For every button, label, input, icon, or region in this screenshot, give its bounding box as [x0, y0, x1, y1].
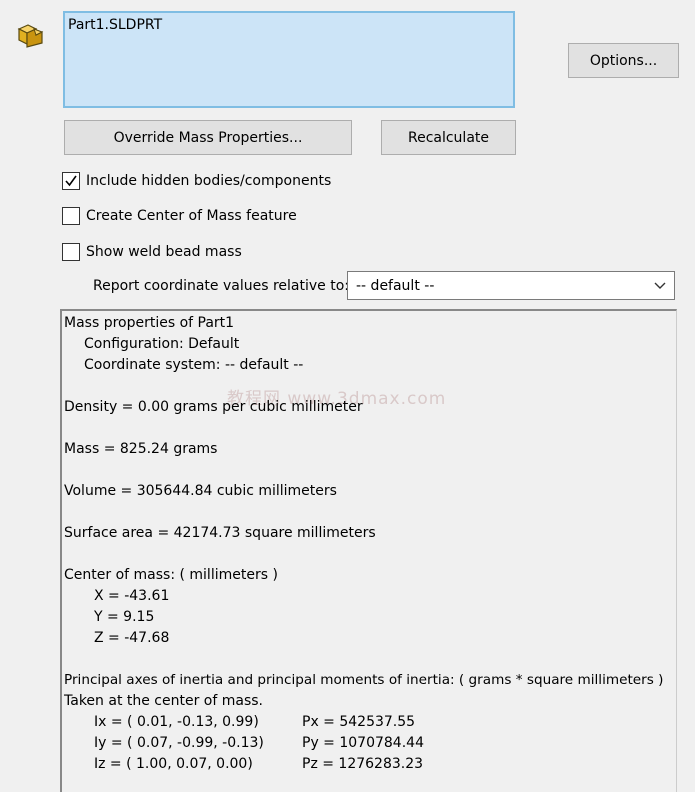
results-volume: Volume = 305644.84 cubic millimeters: [64, 483, 337, 499]
override-mass-properties-button[interactable]: Override Mass Properties...: [64, 120, 352, 155]
recalculate-button[interactable]: Recalculate: [381, 120, 516, 155]
results-com-header: Center of mass: ( millimeters ): [64, 567, 278, 583]
override-button-label: Override Mass Properties...: [113, 129, 303, 146]
results-principal-header: Principal axes of inertia and principal …: [64, 672, 664, 688]
create-com-label: Create Center of Mass feature: [86, 208, 297, 224]
show-weld-checkbox[interactable]: [62, 243, 80, 261]
coordinate-system-value: -- default --: [356, 277, 435, 294]
part-icon: [16, 20, 46, 50]
results-ix: Ix = ( 0.01, -0.13, 0.99): [94, 714, 259, 730]
selection-item[interactable]: Part1.SLDPRT: [68, 17, 510, 33]
create-com-checkbox[interactable]: [62, 207, 80, 225]
results-surface-area: Surface area = 42174.73 square millimete…: [64, 525, 376, 541]
results-configuration: Configuration: Default: [84, 336, 240, 352]
results-iz: Iz = ( 1.00, 0.07, 0.00): [94, 756, 253, 772]
checkmark-icon: [65, 175, 77, 187]
selection-list[interactable]: Part1.SLDPRT: [63, 11, 515, 108]
results-coordinate-system: Coordinate system: -- default --: [84, 357, 304, 373]
chevron-down-icon: [654, 282, 666, 289]
results-com-z: Z = -47.68: [94, 630, 170, 646]
results-py: Py = 1070784.44: [302, 735, 424, 751]
coordinate-system-select[interactable]: -- default --: [347, 271, 675, 300]
results-mass: Mass = 825.24 grams: [64, 441, 218, 457]
results-com-x: X = -43.61: [94, 588, 170, 604]
recalculate-button-label: Recalculate: [407, 129, 490, 146]
include-hidden-label: Include hidden bodies/components: [86, 173, 332, 189]
show-weld-label: Show weld bead mass: [86, 244, 242, 260]
options-button-label: Options...: [589, 52, 658, 69]
results-title: Mass properties of Part1: [64, 315, 235, 331]
results-principal-sub: Taken at the center of mass.: [64, 693, 263, 709]
create-com-checkbox-row[interactable]: Create Center of Mass feature: [62, 207, 297, 225]
results-px: Px = 542537.55: [302, 714, 416, 730]
include-hidden-checkbox[interactable]: [62, 172, 80, 190]
results-density: Density = 0.00 grams per cubic millimete…: [64, 399, 363, 415]
include-hidden-checkbox-row[interactable]: Include hidden bodies/components: [62, 172, 331, 190]
options-button[interactable]: Options...: [568, 43, 679, 78]
show-weld-checkbox-row[interactable]: Show weld bead mass: [62, 243, 242, 261]
results-pz: Pz = 1276283.23: [302, 756, 424, 772]
results-iy: Iy = ( 0.07, -0.99, -0.13): [94, 735, 264, 751]
report-coordinate-label: Report coordinate values relative to:: [93, 278, 349, 294]
results-text-area[interactable]: Mass properties of Part1 Configuration: …: [60, 309, 677, 792]
results-com-y: Y = 9.15: [94, 609, 155, 625]
